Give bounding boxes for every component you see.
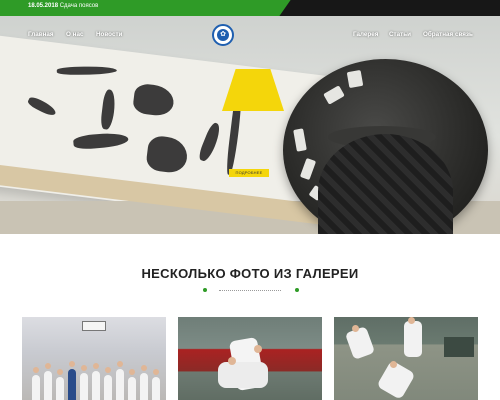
nav-item-about[interactable]: О нас: [66, 31, 83, 38]
gallery-section-title: НЕСКОЛЬКО ФОТО ИЗ ГАЛЕРЕИ: [141, 266, 359, 281]
nav-item-feedback[interactable]: Обратная связь: [423, 31, 473, 38]
top-bar-dark-stripe: [279, 0, 500, 16]
section-divider: [201, 288, 299, 292]
gallery-photo-2[interactable]: [178, 317, 322, 400]
news-date: 18.05.2018: [28, 3, 59, 9]
main-nav: Главная О нас Новости Галерея Статьи Обр…: [0, 16, 500, 56]
nav-item-home[interactable]: Главная: [28, 31, 54, 38]
gallery-photo-1[interactable]: [22, 317, 166, 400]
nav-item-articles[interactable]: Статьи: [389, 31, 411, 38]
top-news-item[interactable]: 18.05.2018 Сдача поясов: [28, 3, 98, 9]
logo-emblem-icon: ✿: [217, 29, 229, 41]
site-logo[interactable]: ✿: [212, 24, 234, 46]
gallery-photo-3[interactable]: [334, 317, 478, 400]
news-headline[interactable]: Сдача поясов: [60, 3, 99, 9]
nav-item-news[interactable]: Новости: [96, 31, 122, 38]
top-news-bar: 18.05.2018 Сдача поясов: [0, 0, 500, 16]
nav-item-gallery[interactable]: Галерея: [353, 31, 378, 38]
more-button[interactable]: ПОДРОБНЕЕ: [229, 169, 269, 177]
